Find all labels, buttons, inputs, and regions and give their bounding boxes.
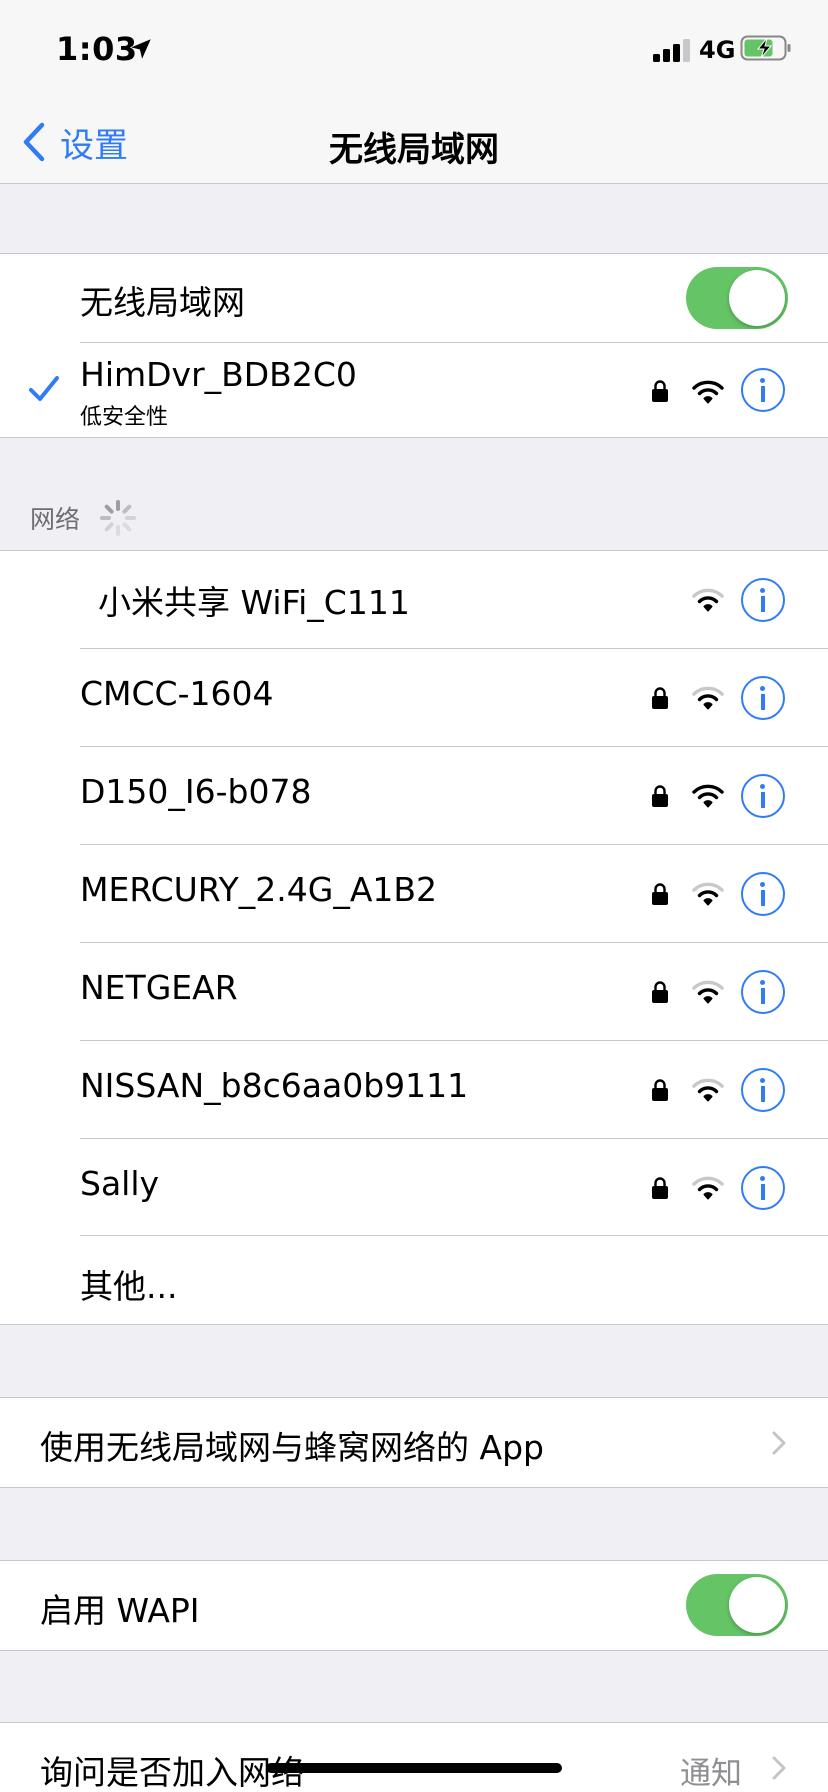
lock-icon <box>652 380 668 402</box>
network-name: NETGEAR <box>80 968 238 1007</box>
networks-section-label: 网络 <box>30 505 81 534</box>
wlan-cellular-apps-label: 使用无线局域网与蜂窝网络的 App <box>40 1428 544 1467</box>
wlan-cellular-apps-row[interactable]: 使用无线局域网与蜂窝网络的 App <box>0 1398 828 1487</box>
network-name: CMCC-1604 <box>80 674 274 713</box>
info-button[interactable] <box>741 872 785 916</box>
info-button[interactable] <box>741 1166 785 1210</box>
info-button[interactable] <box>741 368 785 412</box>
status-time: 1:03 <box>56 30 138 68</box>
network-row[interactable]: D150_I6-b078 <box>0 747 828 844</box>
wifi-signal-icon <box>692 1078 724 1102</box>
lock-icon <box>652 981 668 1003</box>
info-button[interactable] <box>741 1068 785 1112</box>
page-title: 无线局域网 <box>329 130 499 170</box>
status-bar: 1:03 4G <box>0 0 828 100</box>
chevron-right-icon <box>772 1756 786 1780</box>
wifi-signal-icon <box>692 980 724 1004</box>
wapi-toggle[interactable] <box>686 1574 788 1636</box>
connected-network-row[interactable]: HimDvr_BDB2C0 低安全性 <box>0 343 828 438</box>
network-row[interactable]: NISSAN_b8c6aa0b9111 <box>0 1041 828 1138</box>
wifi-signal-icon <box>692 686 724 710</box>
lock-icon <box>652 1177 668 1199</box>
network-row[interactable]: CMCC-1604 <box>0 649 828 746</box>
lock-icon <box>652 687 668 709</box>
wapi-group: 启用 WAPI <box>0 1560 828 1651</box>
lock-icon <box>652 785 668 807</box>
security-warning: 低安全性 <box>80 405 169 430</box>
ask-join-row[interactable]: 询问是否加入网络 通知 <box>0 1723 828 1792</box>
ask-join-label: 询问是否加入网络 <box>40 1753 304 1792</box>
cellular-signal-icon <box>653 38 690 62</box>
wifi-toggle-label: 无线局域网 <box>80 283 245 322</box>
connected-network-name: HimDvr_BDB2C0 <box>80 355 357 394</box>
chevron-right-icon <box>772 1431 786 1455</box>
home-indicator[interactable] <box>266 1763 562 1773</box>
wapi-label: 启用 WAPI <box>40 1591 200 1630</box>
wifi-group: 无线局域网 HimDvr_BDB2C0 低安全性 <box>0 253 828 438</box>
network-name: D150_I6-b078 <box>80 772 312 811</box>
wifi-signal-icon <box>692 380 724 404</box>
network-row[interactable]: Sally <box>0 1139 828 1236</box>
info-button[interactable] <box>741 676 785 720</box>
info-button[interactable] <box>741 578 785 622</box>
location-arrow-icon <box>131 39 151 59</box>
wifi-signal-icon <box>692 588 724 612</box>
network-name: 小米共享 WiFi_C111 <box>98 583 410 622</box>
network-name: Sally <box>80 1164 160 1203</box>
loading-spinner-icon <box>100 500 136 536</box>
wifi-signal-icon <box>692 1176 724 1200</box>
info-button[interactable] <box>741 774 785 818</box>
wifi-signal-icon <box>692 882 724 906</box>
ask-join-group: 询问是否加入网络 通知 <box>0 1722 828 1792</box>
apps-group: 使用无线局域网与蜂窝网络的 App <box>0 1397 828 1488</box>
lock-icon <box>652 883 668 905</box>
info-button[interactable] <box>741 970 785 1014</box>
other-network-row[interactable]: 其他... <box>0 1236 828 1325</box>
wapi-row: 启用 WAPI <box>0 1561 828 1650</box>
network-row[interactable]: 小米共享 WiFi_C111 <box>0 551 828 648</box>
network-type: 4G <box>699 36 736 64</box>
checkmark-icon <box>29 376 59 401</box>
wifi-toggle-row: 无线局域网 <box>0 254 828 342</box>
wifi-signal-icon <box>692 784 724 808</box>
network-row[interactable]: NETGEAR <box>0 943 828 1040</box>
network-name: MERCURY_2.4G_A1B2 <box>80 870 438 909</box>
network-row[interactable]: MERCURY_2.4G_A1B2 <box>0 845 828 942</box>
ask-join-value: 通知 <box>680 1756 742 1792</box>
wifi-settings-screen: 1:03 4G 设置 无线局域网 无线局域网 HimDvr_BDB2C0 低安全… <box>0 0 828 1792</box>
other-network-label: 其他... <box>80 1267 178 1306</box>
network-name: NISSAN_b8c6aa0b9111 <box>80 1066 469 1105</box>
wifi-toggle[interactable] <box>686 267 788 329</box>
navigation-bar: 设置 无线局域网 <box>0 100 828 184</box>
lock-icon <box>652 1079 668 1101</box>
network-list: 小米共享 WiFi_C111 CMCC-1604 D150_I6-b078 MERCU… <box>0 550 828 1325</box>
battery-charging-icon <box>740 35 791 61</box>
